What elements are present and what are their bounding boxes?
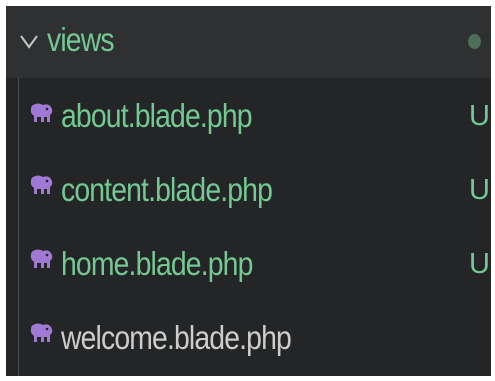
untracked-badge: U [469,248,490,280]
untracked-badge: U [469,174,490,206]
file-label: content.blade.php [61,171,273,208]
file-row-about[interactable]: about.blade.php U [6,80,491,152]
folder-label: views [47,21,115,58]
laravel-blade-elephant-icon [30,249,53,268]
file-label: welcome.blade.php [61,319,292,356]
untracked-badge: U [469,100,490,132]
modified-status-dot [468,34,481,49]
laravel-blade-elephant-icon [30,175,53,194]
file-label: home.blade.php [61,245,253,282]
folder-views-row[interactable]: views [6,6,491,78]
laravel-blade-elephant-icon [30,323,53,342]
file-row-content[interactable]: content.blade.php U [6,154,491,226]
file-label: about.blade.php [61,97,253,134]
chevron-down-icon[interactable] [16,28,42,54]
file-row-welcome[interactable]: welcome.blade.php [6,302,491,374]
laravel-blade-elephant-icon [30,103,53,122]
file-explorer-panel: views about.blade.php U content.blade.ph… [6,6,491,376]
file-row-home[interactable]: home.blade.php U [6,228,491,300]
